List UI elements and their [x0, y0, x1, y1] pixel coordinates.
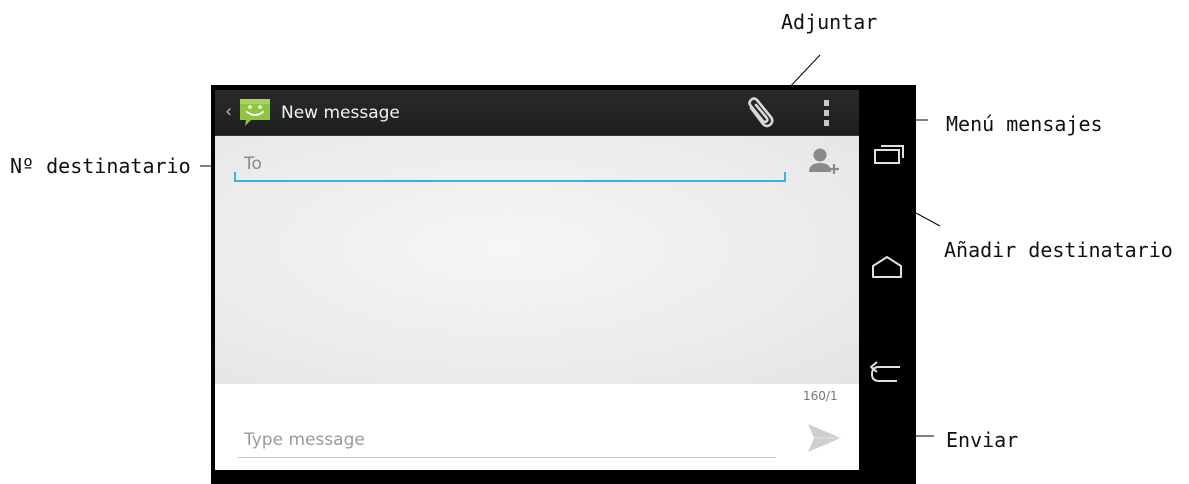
action-bar: ‹ New message [215, 90, 859, 136]
message-compose-panel: 160/1 [215, 384, 859, 470]
to-field-edge-right [784, 172, 786, 182]
callout-menu: Menú mensajes [946, 112, 1103, 136]
messaging-app-icon[interactable] [237, 96, 273, 128]
home-icon[interactable] [867, 249, 907, 285]
system-nav-bar [859, 85, 916, 484]
recent-apps-icon[interactable] [867, 137, 907, 173]
page-title: New message [281, 103, 400, 123]
send-icon[interactable] [805, 420, 843, 456]
phone-device: ‹ New message To 160/1 Type message [211, 85, 916, 484]
up-chevron-icon[interactable]: ‹ [225, 101, 232, 123]
annotated-screenshot: Adjuntar Menú mensajes Nº destinatario A… [0, 0, 1189, 484]
callout-send: Enviar [946, 428, 1019, 452]
callout-attach: Adjuntar [781, 10, 878, 34]
phone-screen: ‹ New message To 160/1 Type message [215, 90, 859, 470]
message-input[interactable] [238, 422, 776, 458]
back-icon[interactable] [867, 357, 907, 393]
recipient-area [215, 136, 859, 384]
callout-recipient-number: Nº destinatario [10, 154, 191, 178]
to-recipient-field[interactable] [234, 148, 786, 182]
overflow-menu-icon[interactable] [815, 98, 837, 128]
add-contact-icon[interactable] [807, 146, 841, 180]
paperclip-icon[interactable] [739, 94, 779, 132]
callout-add-recipient: Añadir destinatario [944, 238, 1173, 262]
to-field-edge-left [234, 172, 236, 182]
char-counter: 160/1 [803, 389, 838, 403]
